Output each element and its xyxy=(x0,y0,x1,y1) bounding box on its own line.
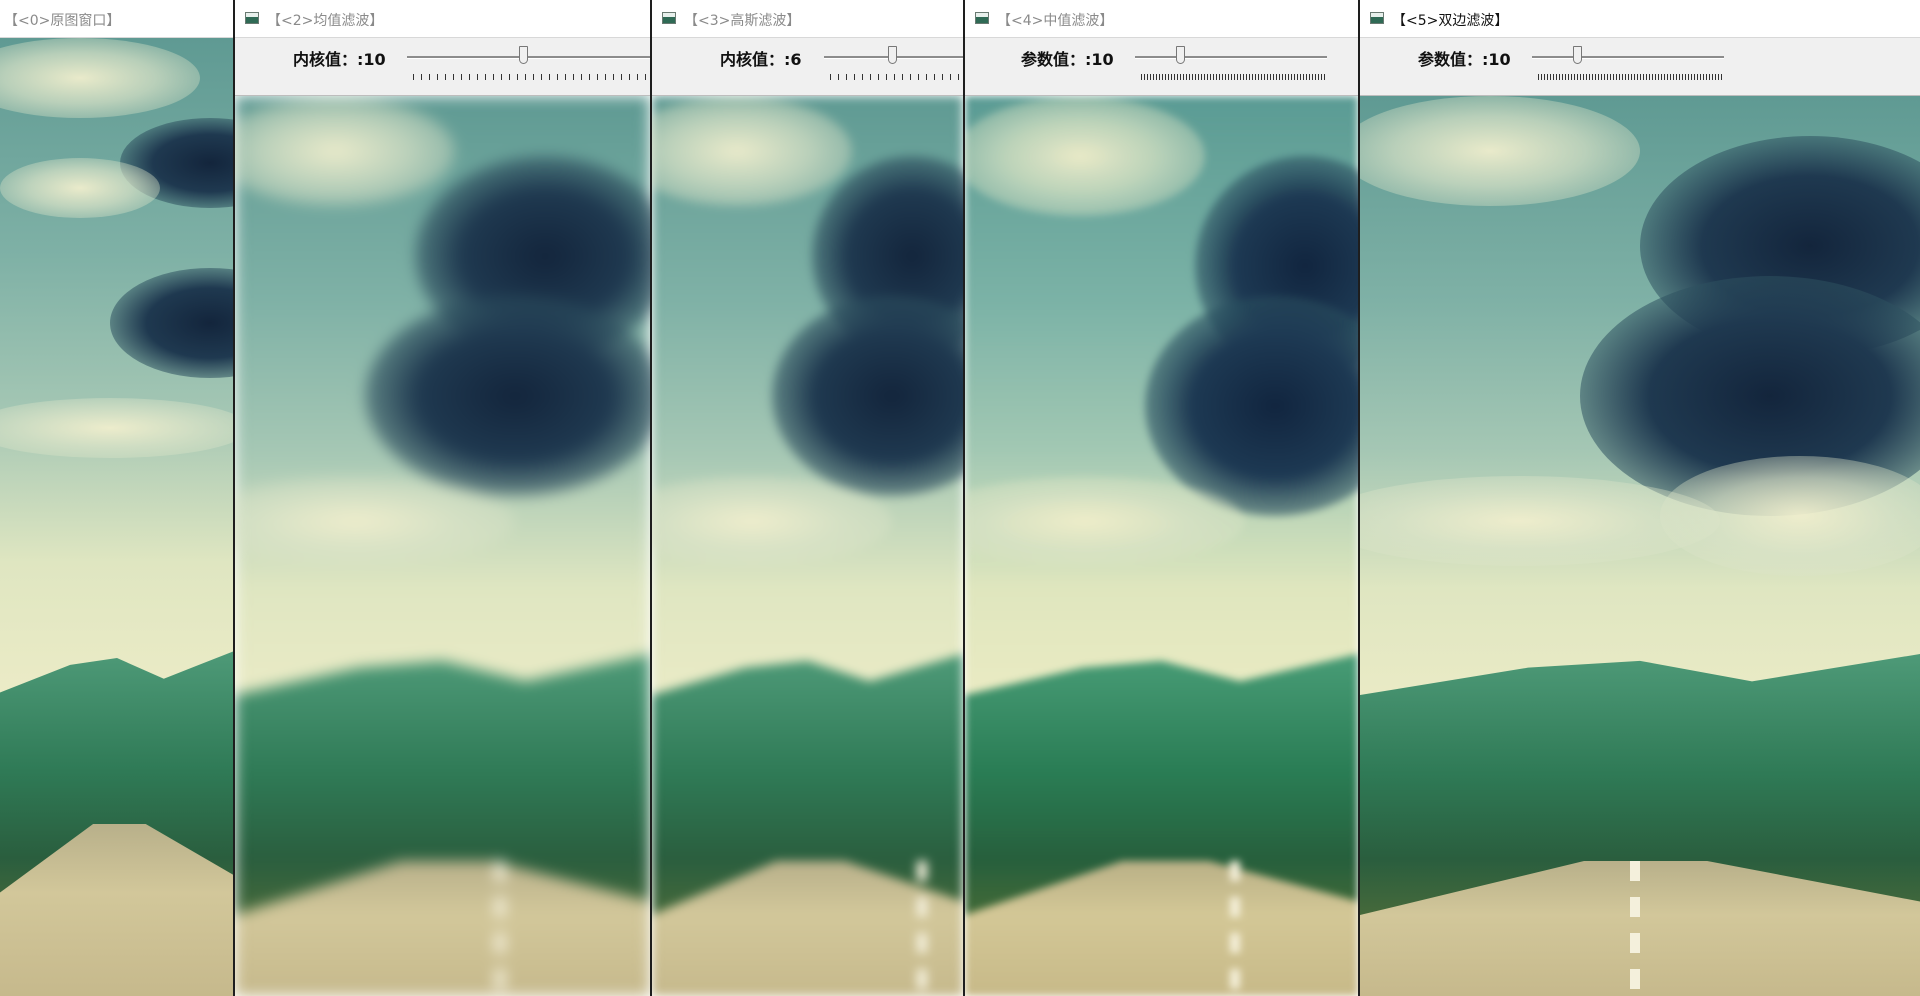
image-view xyxy=(652,96,963,996)
titlebar[interactable]: 【<4>中值滤波】 xyxy=(965,0,1358,38)
trackbar-label: 参数值：:10 xyxy=(1021,50,1114,69)
trackbar-param[interactable]: 参数值：:10 xyxy=(1360,38,1920,96)
slider-ticks xyxy=(830,74,963,80)
window-title: 【<5>双边滤波】 xyxy=(1392,13,1509,29)
window-icon xyxy=(975,12,989,24)
slider-thumb-icon[interactable] xyxy=(888,46,897,64)
window-title: 【<2>均值滤波】 xyxy=(267,13,384,29)
window-icon xyxy=(1370,12,1384,24)
slider-thumb-icon[interactable] xyxy=(519,46,528,64)
slider-track[interactable] xyxy=(407,56,650,59)
window-title: 【<4>中值滤波】 xyxy=(997,13,1114,29)
slider-ticks xyxy=(1538,74,1724,80)
trackbar-param[interactable]: 参数值：:10 xyxy=(965,38,1358,96)
window-title: 【<0>原图窗口】 xyxy=(4,13,121,29)
trackbar-label: 参数值：:10 xyxy=(1418,50,1511,69)
window-gaussian-filter[interactable]: 【<3>高斯滤波】 内核值：:6 xyxy=(652,0,963,996)
slider-track[interactable] xyxy=(1532,56,1724,59)
titlebar[interactable]: 【<0>原图窗口】 xyxy=(0,0,234,38)
titlebar[interactable]: 【<2>均值滤波】 xyxy=(235,0,650,38)
titlebar[interactable]: 【<5>双边滤波】 xyxy=(1360,0,1920,38)
slider-thumb-icon[interactable] xyxy=(1573,46,1582,64)
titlebar[interactable]: 【<3>高斯滤波】 xyxy=(652,0,963,38)
trackbar-kernel[interactable]: 内核值：:6 xyxy=(652,38,963,96)
trackbar-label: 内核值：:10 xyxy=(293,50,386,69)
slider-ticks xyxy=(413,74,650,80)
trackbar-label: 内核值：:6 xyxy=(720,50,802,69)
image-view xyxy=(965,96,1358,996)
slider-ticks xyxy=(1141,74,1327,80)
slider-thumb-icon[interactable] xyxy=(1176,46,1185,64)
window-icon xyxy=(662,12,676,24)
window-median-filter[interactable]: 【<4>中值滤波】 参数值：:10 xyxy=(965,0,1358,996)
image-view xyxy=(235,96,650,996)
window-title: 【<3>高斯滤波】 xyxy=(684,13,801,29)
window-mean-filter[interactable]: 【<2>均值滤波】 内核值：:10 xyxy=(235,0,650,996)
image-view xyxy=(0,38,234,996)
slider-track[interactable] xyxy=(1135,56,1327,59)
window-bilateral-filter[interactable]: 【<5>双边滤波】 参数值：:10 xyxy=(1360,0,1920,996)
trackbar-kernel[interactable]: 内核值：:10 xyxy=(235,38,650,96)
image-view xyxy=(1360,96,1920,996)
window-icon xyxy=(245,12,259,24)
window-original[interactable]: 【<0>原图窗口】 xyxy=(0,0,234,996)
